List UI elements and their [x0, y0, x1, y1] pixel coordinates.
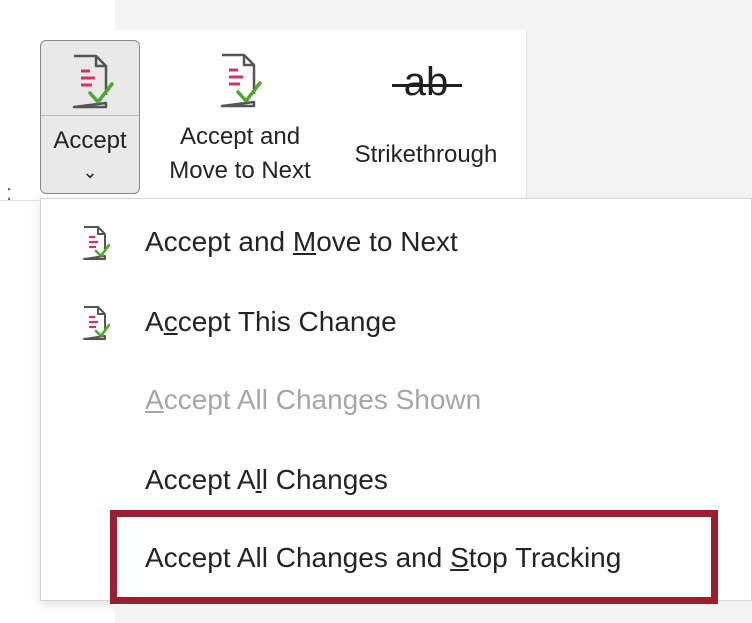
doc-check-icon: [72, 54, 114, 109]
accept-dropdown-menu: Accept and Move to Next Accept This Chan…: [40, 198, 752, 601]
menu-item-accept-this-change[interactable]: Accept This Change: [41, 289, 751, 355]
bottom-background: [115, 601, 752, 623]
chevron-down-icon[interactable]: ⌄: [41, 161, 139, 183]
strikethrough-line: [392, 84, 462, 87]
menu-item-accept-all-changes-and-stop-tracking[interactable]: Accept All Changes and Stop Tracking: [41, 525, 751, 591]
menu-item-accept-all-changes[interactable]: Accept All Changes: [41, 447, 751, 513]
ribbon-group-separator: :: [6, 180, 13, 205]
menu-item-label: Accept All Changes: [145, 464, 388, 495]
top-background: [115, 0, 752, 30]
split-divider: [41, 115, 139, 116]
menu-item-accept-and-move-to-next[interactable]: Accept and Move to Next: [41, 209, 751, 275]
menu-item-label: Accept All Changes Shown: [145, 384, 482, 415]
accept-and-move-to-next-label: Accept and Move to Next: [150, 120, 330, 188]
accept-button[interactable]: Accept ⌄: [40, 40, 140, 194]
doc-check-icon: [220, 53, 262, 108]
menu-item-accept-all-changes-shown: Accept All Changes Shown: [41, 367, 751, 433]
strikethrough-label: Strikethrough: [354, 141, 498, 168]
label-line-2: Move to Next: [169, 157, 311, 184]
doc-check-icon: [83, 226, 111, 260]
accept-and-move-to-next-button[interactable]: Accept and Move to Next: [150, 44, 330, 194]
menu-item-label: Accept and Move to Next: [145, 226, 458, 257]
label-line-1: Accept and: [179, 123, 301, 150]
menu-item-label: Accept This Change: [145, 306, 397, 337]
strikethrough-button[interactable]: ab Strikethrough: [336, 54, 516, 194]
strikethrough-icon: ab: [403, 60, 449, 104]
accept-button-label: Accept: [53, 127, 127, 154]
doc-check-icon: [83, 306, 111, 340]
menu-item-label: Accept All Changes and Stop Tracking: [145, 542, 622, 573]
